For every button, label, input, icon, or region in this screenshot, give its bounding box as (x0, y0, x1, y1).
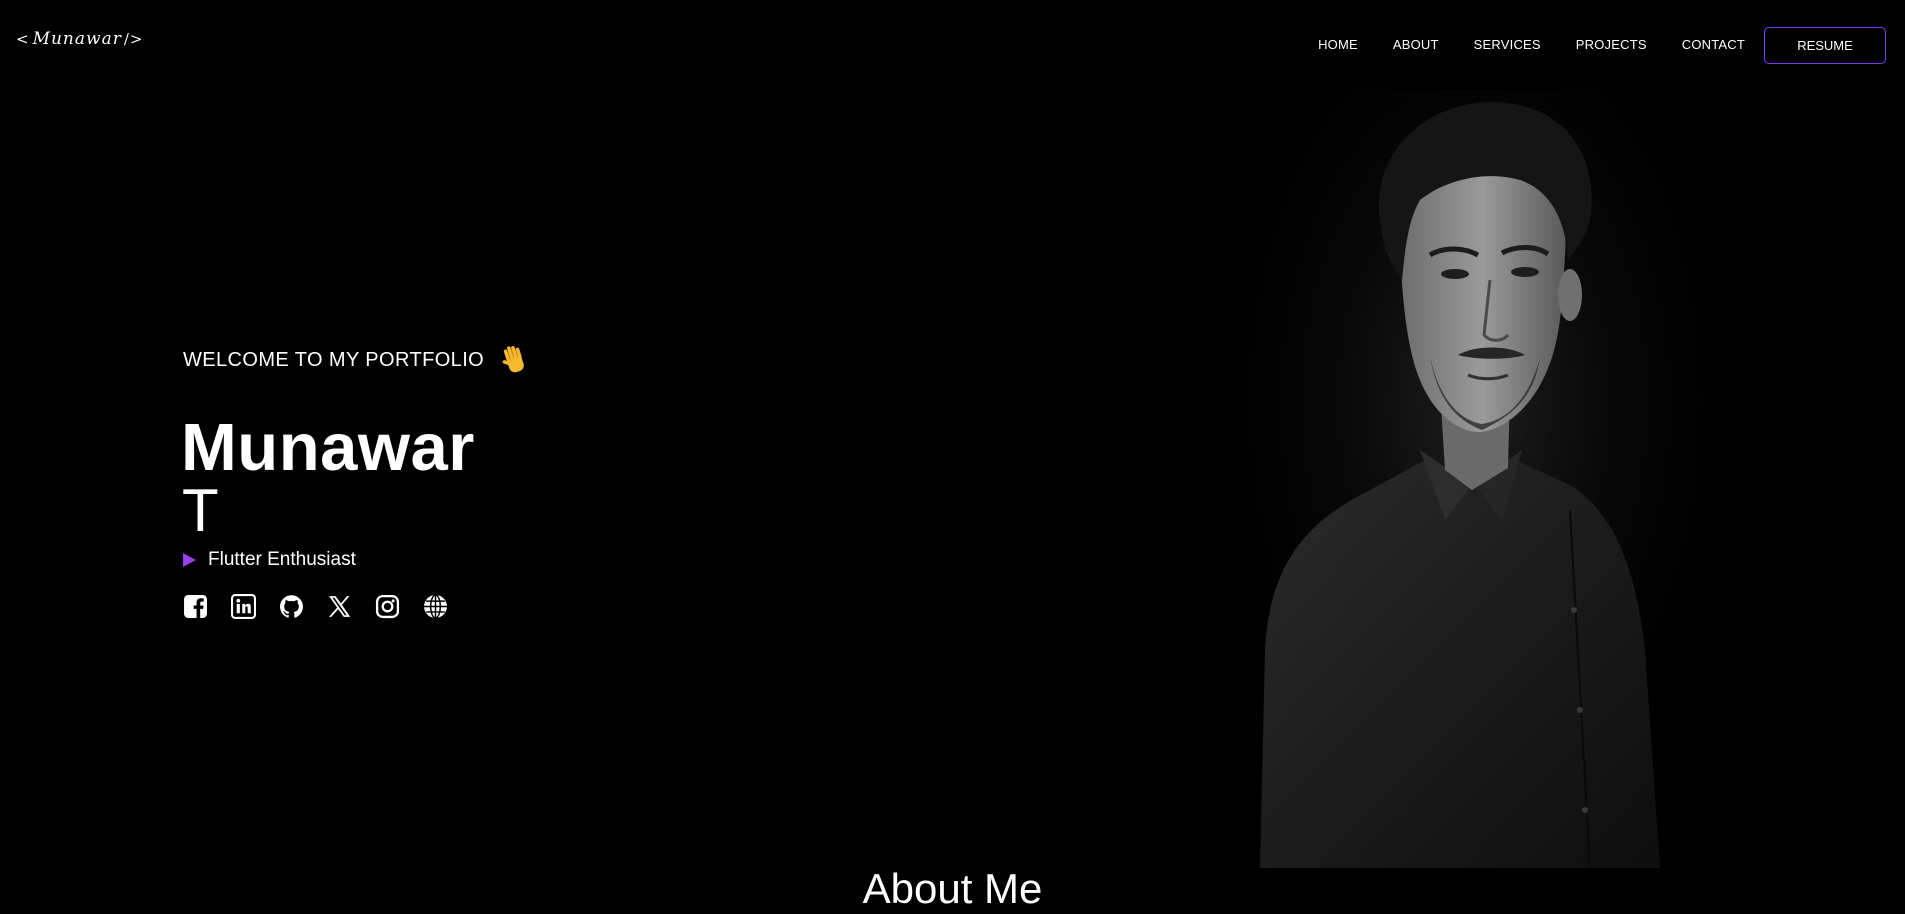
hero-last-name: T (182, 477, 219, 544)
main-nav: HOME ABOUT SERVICES PROJECTS CONTACT (1318, 37, 1745, 52)
profile-portrait (1240, 90, 1710, 868)
resume-button[interactable]: RESUME (1764, 27, 1886, 64)
nav-services[interactable]: SERVICES (1474, 37, 1541, 52)
welcome-text: WELCOME TO MY PORTFOLIO (183, 348, 485, 371)
nav-about[interactable]: ABOUT (1393, 37, 1439, 52)
role-row: Flutter Enthusiast (183, 549, 356, 571)
logo-open-bracket: < (16, 30, 30, 48)
x-twitter-icon[interactable] (327, 594, 352, 619)
nav-home[interactable]: HOME (1318, 37, 1358, 52)
github-icon[interactable] (279, 594, 304, 619)
linkedin-icon[interactable] (231, 594, 256, 619)
waving-hand-icon (502, 346, 524, 373)
role-text: Flutter Enthusiast (208, 549, 356, 570)
portrait-image (1240, 90, 1710, 868)
facebook-icon[interactable] (183, 594, 208, 619)
instagram-icon[interactable] (375, 594, 400, 619)
globe-icon[interactable] (423, 594, 448, 619)
play-icon (183, 553, 196, 567)
social-links (183, 594, 448, 619)
welcome-row: WELCOME TO MY PORTFOLIO (183, 343, 532, 377)
nav-projects[interactable]: PROJECTS (1576, 37, 1647, 52)
about-section-title: About Me (862, 865, 1043, 912)
site-header: < Munawar /> HOME ABOUT SERVICES PROJECT… (0, 0, 1905, 90)
logo-signature: Munawar (32, 29, 122, 49)
logo-close-bracket: /> (123, 30, 144, 48)
site-logo[interactable]: < Munawar /> (16, 22, 143, 56)
nav-contact[interactable]: CONTACT (1682, 37, 1745, 52)
hero-first-name: Munawar (181, 410, 475, 485)
